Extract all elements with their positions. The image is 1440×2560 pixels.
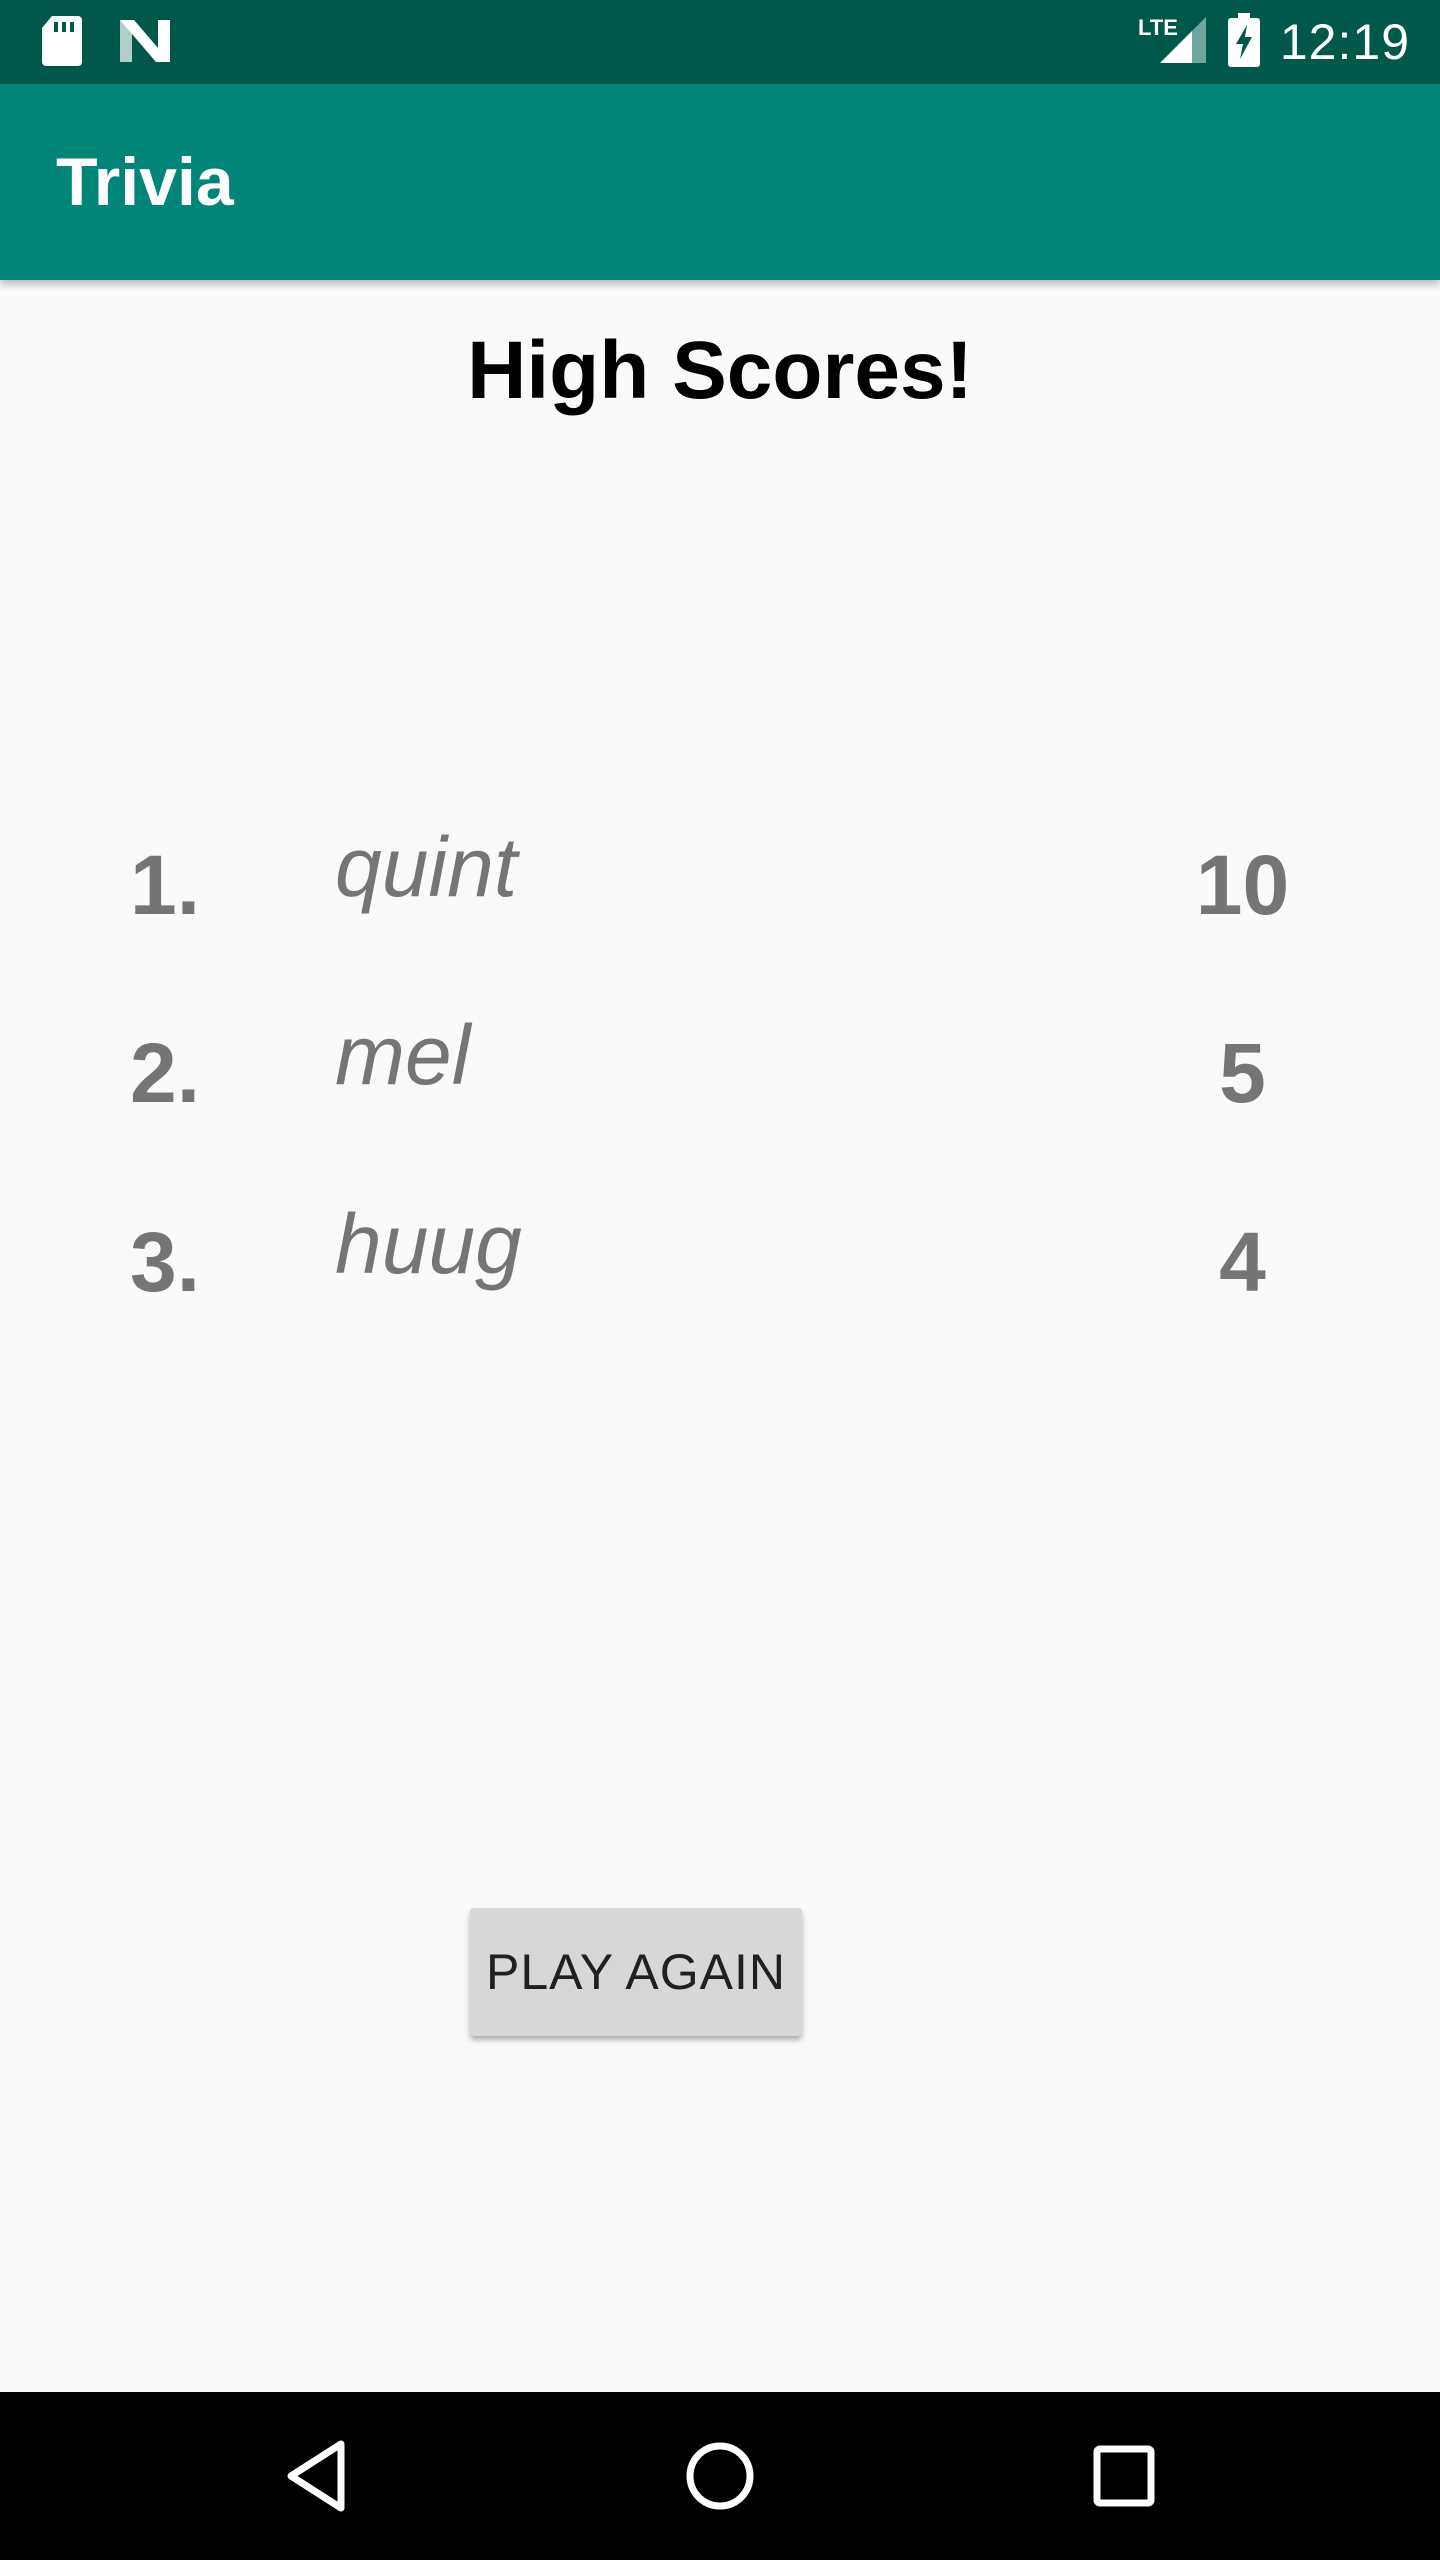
navigation-bar bbox=[0, 2392, 1440, 2560]
home-icon bbox=[686, 2442, 754, 2510]
score-row: 2. mel 5 bbox=[0, 1008, 1440, 1133]
app-title: Trivia bbox=[56, 144, 234, 220]
recents-button[interactable] bbox=[1074, 2426, 1174, 2526]
home-button[interactable] bbox=[670, 2426, 770, 2526]
score-value: 10 bbox=[1195, 838, 1290, 932]
score-value: 5 bbox=[1219, 1026, 1266, 1120]
player-name: quint bbox=[335, 820, 518, 914]
score-rank: 2. bbox=[130, 1026, 201, 1120]
battery-charging-icon bbox=[1227, 12, 1260, 72]
score-rank: 3. bbox=[130, 1215, 201, 1309]
status-bar: LTE 12:19 bbox=[0, 0, 1440, 84]
back-icon bbox=[287, 2440, 345, 2512]
app-bar: Trivia bbox=[0, 84, 1440, 280]
n-notification-icon bbox=[118, 18, 172, 69]
recents-icon bbox=[1093, 2445, 1155, 2507]
player-name: mel bbox=[335, 1008, 471, 1102]
play-again-button[interactable]: PLAY AGAIN bbox=[470, 1908, 802, 2036]
sd-card-icon bbox=[40, 14, 84, 73]
player-name: huug bbox=[335, 1197, 522, 1291]
status-time: 12:19 bbox=[1279, 14, 1410, 70]
network-type-label: LTE bbox=[1137, 15, 1178, 40]
high-scores-content: High Scores! 1. quint 10 2. mel 5 3. huu… bbox=[0, 280, 1440, 2392]
score-rank: 1. bbox=[130, 838, 201, 932]
score-row: 3. huug 4 bbox=[0, 1197, 1440, 1322]
page-title: High Scores! bbox=[467, 325, 973, 416]
back-button[interactable] bbox=[266, 2426, 366, 2526]
score-value: 4 bbox=[1219, 1215, 1266, 1309]
score-row: 1. quint 10 bbox=[0, 820, 1440, 945]
